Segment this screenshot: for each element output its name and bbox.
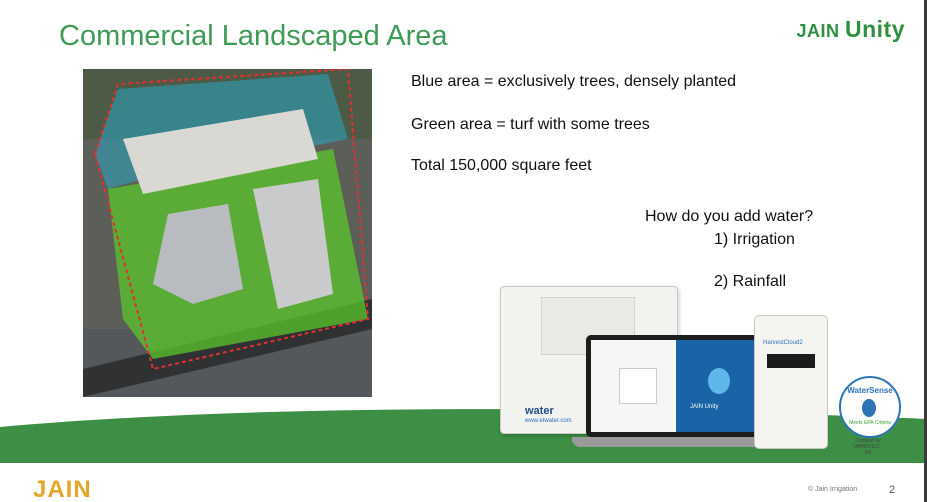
controller-url: www.etwater.com [525,418,572,424]
controller-brand-text: water [525,405,554,417]
laptop-brand-text: JAIN Unity [690,404,719,410]
answer-irrigation: 1) Irrigation [714,231,795,248]
aerial-site-photo [83,69,372,397]
page-number: 2 [889,484,896,496]
laptop-image: JAIN Unity [586,335,766,437]
bullet-blue-area: Blue area = exclusively trees, densely p… [411,73,737,90]
watersense-badge: WaterSense Meets EPA Criteria [839,376,901,438]
question-text: How do you add water? [645,208,814,225]
answer-rainfall: 2) Rainfall [714,273,787,290]
footer-jain-logo: JAIN [33,476,92,502]
watersense-text: WaterSense [847,386,893,395]
laptop-base [572,437,782,447]
logo-jain-text: JAIN [796,21,840,41]
certified-text: Certified by IAPMO/ICC-ES [854,438,882,456]
watersense-sub: Meets EPA Criteria [849,420,891,426]
hydrawise-controller-image: HarvestCloud2 [754,315,828,449]
hydrawise-screen [767,354,815,368]
laptop-screen: JAIN Unity [591,340,761,432]
logo-unity-text: Unity [845,16,905,42]
bullet-green-area: Green area = turf with some trees [411,116,650,133]
bullet-total-area: Total 150,000 square feet [411,157,592,174]
controller-brand: water www.etwater.com [525,405,572,424]
hydrawise-label: HarvestCloud2 [763,340,803,346]
aerial-site-map [83,69,372,397]
laptop-login-pane [591,340,676,432]
slide: Commercial Landscaped Area JAIN Unity Bl… [0,0,927,502]
copyright-text: © Jain Irrigation [808,486,858,493]
water-drop-icon [862,399,876,417]
slide-title: Commercial Landscaped Area [59,20,448,52]
jain-unity-logo: JAIN Unity [796,16,905,43]
laptop-brand-pane: JAIN Unity [676,340,761,432]
